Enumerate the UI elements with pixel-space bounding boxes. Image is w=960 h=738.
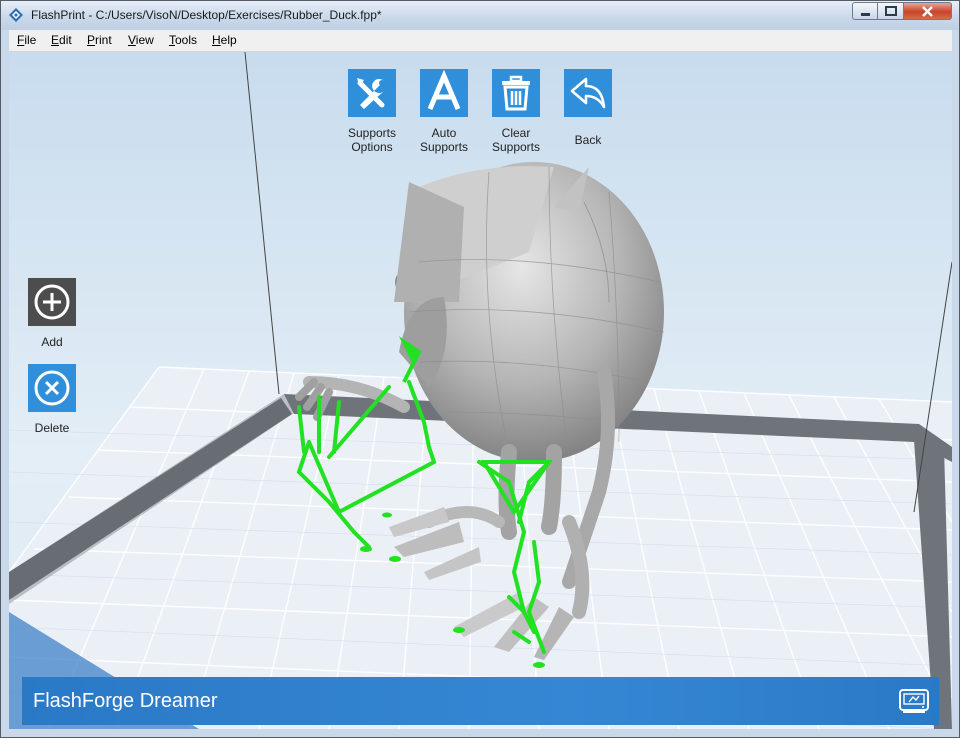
clear-supports-label: Clear Supports (491, 126, 541, 154)
menu-tools[interactable]: Tools (169, 33, 197, 47)
menu-print[interactable]: Print (87, 33, 112, 47)
undo-arrow-icon (564, 69, 612, 117)
close-button[interactable] (904, 2, 952, 20)
printer-settings-icon[interactable] (899, 687, 929, 715)
trash-icon (492, 69, 540, 117)
window-frame-left (1, 30, 9, 737)
back-label: Back (574, 133, 602, 147)
auto-supports-label: Auto Supports (419, 126, 469, 154)
flashprint-window: FlashPrint - C:/Users/VisoN/Desktop/Exer… (0, 0, 960, 738)
maximize-icon (885, 6, 897, 16)
letter-a-icon (420, 69, 468, 117)
title-bar[interactable]: FlashPrint - C:/Users/VisoN/Desktop/Exer… (1, 1, 959, 30)
supports-options-button[interactable]: Supports Options (336, 69, 408, 154)
flashprint-logo-icon (9, 8, 23, 22)
delete-support-button[interactable]: Delete (22, 364, 82, 435)
window-title: FlashPrint - C:/Users/VisoN/Desktop/Exer… (31, 8, 382, 22)
delete-label: Delete (34, 421, 70, 435)
plus-circle-icon (28, 278, 76, 326)
menu-file[interactable]: File (17, 33, 36, 47)
tools-icon (348, 69, 396, 117)
menu-view[interactable]: View (128, 33, 154, 47)
menu-edit[interactable]: Edit (51, 33, 72, 47)
minimize-button[interactable] (852, 2, 878, 20)
clear-supports-button[interactable]: Clear Supports (480, 69, 552, 154)
add-support-button[interactable]: Add (22, 278, 82, 349)
minimize-icon (861, 13, 870, 16)
window-frame-right (952, 30, 959, 737)
close-icon (922, 6, 933, 17)
back-button[interactable]: Back (552, 69, 624, 147)
add-label: Add (41, 335, 63, 349)
printer-name: FlashForge Dreamer (33, 690, 218, 712)
auto-supports-button[interactable]: Auto Supports (408, 69, 480, 154)
supports-options-label: Supports Options (347, 126, 397, 154)
menu-help[interactable]: Help (212, 33, 237, 47)
maximize-button[interactable] (878, 2, 904, 20)
window-frame-bottom (1, 729, 959, 737)
printer-status-bar: FlashForge Dreamer (22, 677, 939, 725)
3d-viewport[interactable]: Supports Options Auto Supports Clear Suppor… (9, 52, 952, 729)
menu-bar: File Edit Print View Tools Help (9, 30, 952, 52)
x-circle-icon (28, 364, 76, 412)
